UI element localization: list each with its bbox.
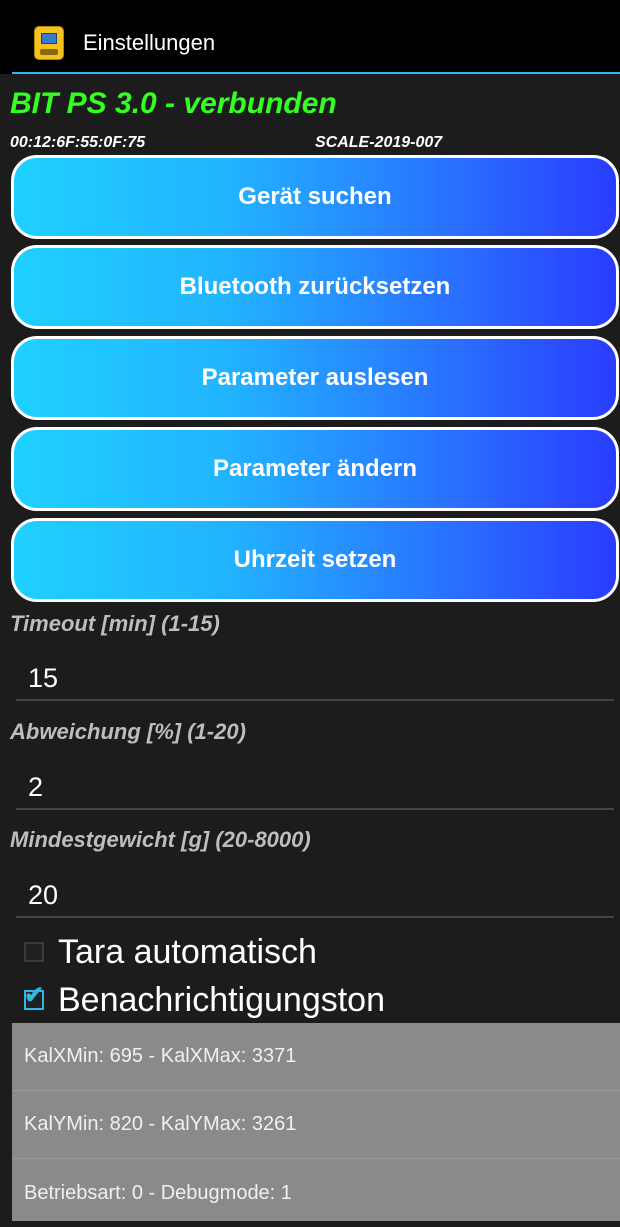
connection-status: BIT PS 3.0 - verbunden	[10, 87, 337, 120]
notify-tone-label: Benachrichtigungston	[58, 981, 386, 1019]
calibration-info-panel: KalXMin: 695 - KalXMax: 3371 KalYMin: 82…	[12, 1023, 620, 1221]
checkmark-icon: ✔	[24, 982, 45, 1009]
app-icon-screen	[41, 33, 57, 44]
set-time-button[interactable]: Uhrzeit setzen	[11, 518, 619, 602]
deviation-label: Abweichung [%] (1-20)	[10, 719, 246, 744]
timeout-label: Timeout [min] (1-15)	[10, 611, 220, 636]
tare-auto-checkbox[interactable]	[24, 942, 44, 962]
title-divider	[12, 72, 620, 74]
scale-app-icon	[34, 26, 64, 60]
min-weight-label: Mindestgewicht [g] (20-8000)	[10, 827, 311, 852]
device-id: SCALE-2019-007	[315, 134, 443, 151]
deviation-input[interactable]	[16, 766, 614, 810]
search-device-button[interactable]: Gerät suchen	[11, 155, 619, 239]
page-title: Einstellungen	[83, 30, 216, 55]
read-parameters-button[interactable]: Parameter auslesen	[11, 336, 619, 420]
timeout-input[interactable]	[16, 657, 614, 701]
min-weight-input[interactable]	[16, 874, 614, 918]
change-parameters-button[interactable]: Parameter ändern	[11, 427, 619, 511]
info-row-y-calibration: KalYMin: 820 - KalYMax: 3261	[12, 1091, 620, 1159]
info-row-mode: Betriebsart: 0 - Debugmode: 1	[24, 1181, 292, 1204]
notify-tone-checkbox[interactable]: ✔	[24, 984, 44, 1010]
tare-auto-checkbox-row[interactable]: Tara automatisch	[24, 932, 317, 972]
tare-auto-label: Tara automatisch	[58, 933, 317, 971]
app-icon-base	[40, 49, 58, 55]
info-row-x-calibration: KalXMin: 695 - KalXMax: 3371	[12, 1023, 620, 1091]
notify-tone-checkbox-row[interactable]: ✔ Benachrichtigungston	[24, 980, 385, 1020]
mac-address: 00:12:6F:55:0F:75	[10, 134, 146, 151]
title-bar: Einstellungen	[0, 0, 620, 74]
reset-bluetooth-button[interactable]: Bluetooth zurücksetzen	[11, 245, 619, 329]
